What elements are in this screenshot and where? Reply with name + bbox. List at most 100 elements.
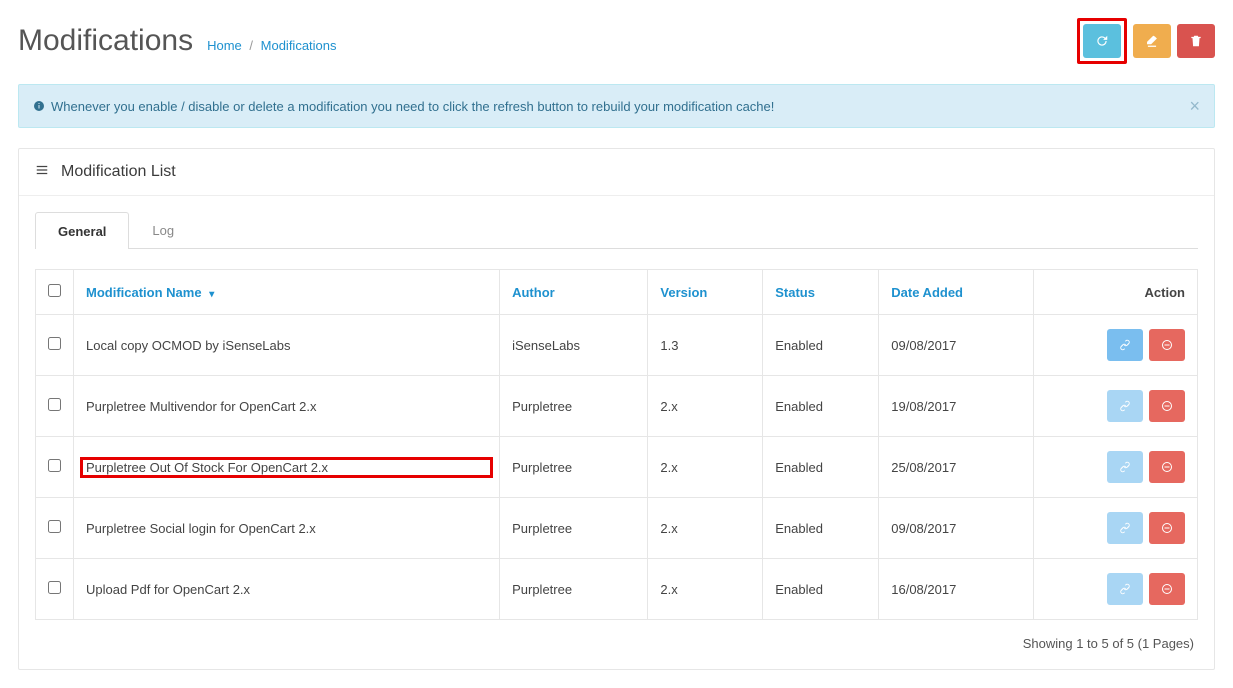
row-status: Enabled bbox=[763, 559, 879, 620]
link-icon bbox=[1119, 461, 1131, 473]
table-row: Purpletree Out Of Stock For OpenCart 2.x… bbox=[36, 437, 1198, 498]
row-link-button[interactable] bbox=[1107, 451, 1143, 483]
row-disable-button[interactable] bbox=[1149, 451, 1185, 483]
eraser-icon bbox=[1145, 34, 1159, 48]
row-version: 2.x bbox=[648, 376, 763, 437]
table-header-row: Modification Name ▾ Author Version Statu… bbox=[36, 270, 1198, 315]
select-all-checkbox[interactable] bbox=[48, 284, 61, 297]
row-actions bbox=[1033, 315, 1197, 376]
link-icon bbox=[1119, 583, 1131, 595]
row-name-text: Purpletree Multivendor for OpenCart 2.x bbox=[86, 399, 487, 414]
panel-title: Modification List bbox=[61, 163, 176, 181]
breadcrumb-home[interactable]: Home bbox=[207, 38, 242, 53]
row-checkbox-cell bbox=[36, 376, 74, 437]
row-checkbox-cell bbox=[36, 315, 74, 376]
header-author[interactable]: Author bbox=[500, 270, 648, 315]
row-name: Purpletree Out Of Stock For OpenCart 2.x bbox=[74, 437, 500, 498]
minus-circle-icon bbox=[1161, 583, 1173, 595]
tab-log[interactable]: Log bbox=[129, 212, 197, 248]
row-author: iSenseLabs bbox=[500, 315, 648, 376]
panel-heading: Modification List bbox=[19, 149, 1214, 196]
row-date: 25/08/2017 bbox=[879, 437, 1033, 498]
row-date: 16/08/2017 bbox=[879, 559, 1033, 620]
row-disable-button[interactable] bbox=[1149, 573, 1185, 605]
row-version: 1.3 bbox=[648, 315, 763, 376]
panel: Modification List General Log Modificati… bbox=[18, 148, 1215, 670]
header-action: Action bbox=[1033, 270, 1197, 315]
delete-button[interactable] bbox=[1177, 24, 1215, 58]
breadcrumb-current[interactable]: Modifications bbox=[261, 38, 337, 53]
row-link-button[interactable] bbox=[1107, 390, 1143, 422]
header-name-label: Modification Name bbox=[86, 285, 202, 300]
row-date: 19/08/2017 bbox=[879, 376, 1033, 437]
row-date: 09/08/2017 bbox=[879, 315, 1033, 376]
chevron-down-icon: ▾ bbox=[209, 289, 214, 300]
row-version: 2.x bbox=[648, 437, 763, 498]
table-row: Local copy OCMOD by iSenseLabs iSenseLabs… bbox=[36, 315, 1198, 376]
row-disable-button[interactable] bbox=[1149, 390, 1185, 422]
alert-text: Whenever you enable / disable or delete … bbox=[51, 99, 774, 114]
refresh-icon bbox=[1095, 34, 1109, 48]
header-name[interactable]: Modification Name ▾ bbox=[74, 270, 500, 315]
row-status: Enabled bbox=[763, 315, 879, 376]
row-disable-button[interactable] bbox=[1149, 512, 1185, 544]
tabs: General Log bbox=[35, 212, 1198, 249]
refresh-button[interactable] bbox=[1083, 24, 1121, 58]
breadcrumb: Home / Modifications bbox=[207, 38, 336, 53]
alert-close-button[interactable]: × bbox=[1189, 97, 1200, 115]
link-icon bbox=[1119, 522, 1131, 534]
table-row: Purpletree Social login for OpenCart 2.x… bbox=[36, 498, 1198, 559]
link-icon bbox=[1119, 400, 1131, 412]
header-date[interactable]: Date Added bbox=[879, 270, 1033, 315]
row-status: Enabled bbox=[763, 437, 879, 498]
tab-general[interactable]: General bbox=[35, 212, 129, 249]
header-checkbox-cell bbox=[36, 270, 74, 315]
header-buttons bbox=[1077, 18, 1215, 64]
minus-circle-icon bbox=[1161, 339, 1173, 351]
row-name: Local copy OCMOD by iSenseLabs bbox=[74, 315, 500, 376]
table-row: Upload Pdf for OpenCart 2.x Purpletree2.x… bbox=[36, 559, 1198, 620]
row-link-button[interactable] bbox=[1107, 573, 1143, 605]
minus-circle-icon bbox=[1161, 522, 1173, 534]
row-actions bbox=[1033, 498, 1197, 559]
row-checkbox[interactable] bbox=[48, 581, 61, 594]
row-author: Purpletree bbox=[500, 437, 648, 498]
trash-icon bbox=[1189, 34, 1203, 48]
page-title: Modifications bbox=[18, 24, 193, 58]
row-date: 09/08/2017 bbox=[879, 498, 1033, 559]
row-link-button[interactable] bbox=[1107, 512, 1143, 544]
row-status: Enabled bbox=[763, 376, 879, 437]
row-author: Purpletree bbox=[500, 498, 648, 559]
row-version: 2.x bbox=[648, 559, 763, 620]
pagination-info: Showing 1 to 5 of 5 (1 Pages) bbox=[35, 620, 1198, 653]
row-actions bbox=[1033, 559, 1197, 620]
link-icon bbox=[1119, 339, 1131, 351]
row-name-text: Local copy OCMOD by iSenseLabs bbox=[86, 338, 487, 353]
row-author: Purpletree bbox=[500, 559, 648, 620]
table-row: Purpletree Multivendor for OpenCart 2.x P… bbox=[36, 376, 1198, 437]
row-actions bbox=[1033, 376, 1197, 437]
row-checkbox[interactable] bbox=[48, 337, 61, 350]
row-status: Enabled bbox=[763, 498, 879, 559]
panel-body: General Log Modification Name ▾ Author V… bbox=[19, 196, 1214, 669]
modification-table: Modification Name ▾ Author Version Statu… bbox=[35, 269, 1198, 620]
row-disable-button[interactable] bbox=[1149, 329, 1185, 361]
row-name-text: Upload Pdf for OpenCart 2.x bbox=[86, 582, 487, 597]
list-icon bbox=[35, 163, 49, 181]
row-checkbox-cell bbox=[36, 559, 74, 620]
row-checkbox[interactable] bbox=[48, 398, 61, 411]
row-actions bbox=[1033, 437, 1197, 498]
minus-circle-icon bbox=[1161, 461, 1173, 473]
alert-content: Whenever you enable / disable or delete … bbox=[33, 99, 774, 114]
row-link-button[interactable] bbox=[1107, 329, 1143, 361]
row-version: 2.x bbox=[648, 498, 763, 559]
header-version[interactable]: Version bbox=[648, 270, 763, 315]
header-status[interactable]: Status bbox=[763, 270, 879, 315]
clear-button[interactable] bbox=[1133, 24, 1171, 58]
row-name: Purpletree Social login for OpenCart 2.x bbox=[74, 498, 500, 559]
minus-circle-icon bbox=[1161, 400, 1173, 412]
row-author: Purpletree bbox=[500, 376, 648, 437]
row-checkbox[interactable] bbox=[48, 520, 61, 533]
row-checkbox[interactable] bbox=[48, 459, 61, 472]
row-checkbox-cell bbox=[36, 498, 74, 559]
